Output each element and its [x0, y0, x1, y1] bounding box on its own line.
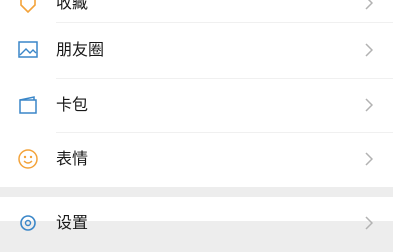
menu-item-label: 表情 — [56, 149, 89, 168]
menu-item-cards[interactable]: 卡包 — [0, 78, 393, 133]
stickers-icon — [17, 148, 39, 170]
chevron-right-icon — [365, 43, 373, 57]
chevron-right-icon — [365, 152, 373, 166]
menu-item-moments[interactable]: 朋友圈 — [0, 23, 393, 78]
menu-item-label: 设置 — [56, 213, 89, 232]
menu-item-stickers[interactable]: 表情 — [0, 132, 393, 187]
moments-icon — [17, 39, 39, 61]
menu-item-label: 收藏 — [56, 0, 89, 12]
chevron-right-icon — [365, 216, 373, 230]
menu-item-label: 朋友圈 — [56, 40, 105, 59]
chevron-right-icon — [365, 98, 373, 112]
settings-icon — [17, 212, 39, 234]
menu-group-settings: 设置 — [0, 197, 393, 232]
cards-icon — [17, 94, 39, 116]
menu-item-settings[interactable]: 设置 — [0, 197, 393, 252]
chevron-right-icon — [365, 0, 373, 10]
menu-item-label: 卡包 — [56, 95, 89, 114]
menu-item-favorites[interactable]: 收藏 — [0, 0, 393, 22]
menu-group-main: 收藏 朋友圈 卡包 表情 — [0, 0, 393, 187]
favorites-icon — [17, 0, 39, 15]
